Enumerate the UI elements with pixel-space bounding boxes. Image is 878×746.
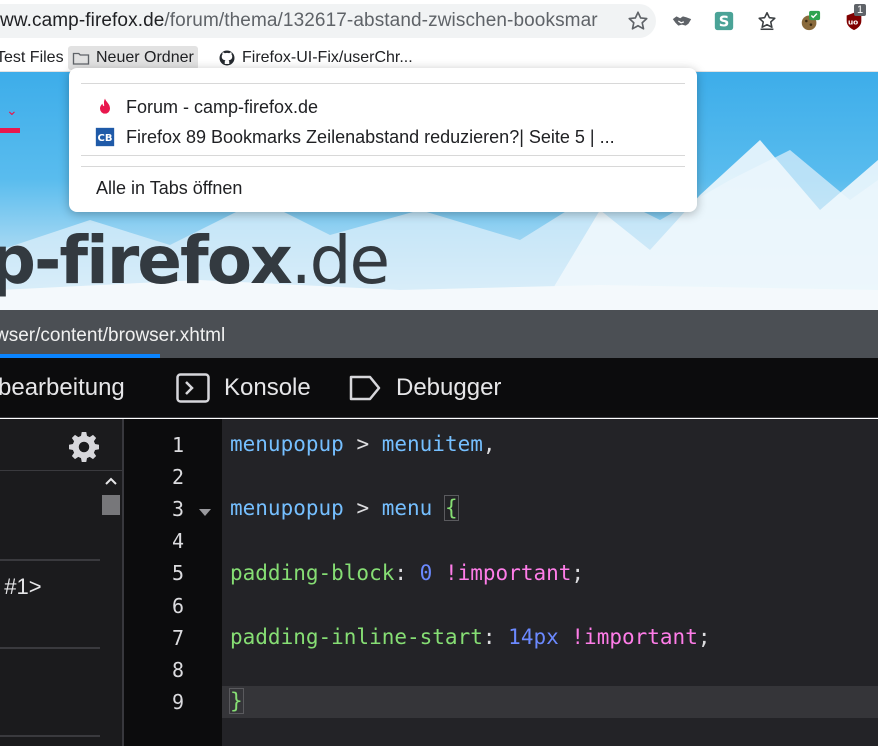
code-line-7: padding-inline-start: 14px !important; (230, 625, 711, 649)
code-editor[interactable]: menupopup > menuitem, menupopup > menu {… (222, 419, 878, 746)
style-sheets-sidebar: t #1> (0, 419, 122, 746)
line-number: 4 (171, 529, 184, 553)
line-number: 9 (171, 690, 184, 714)
code-line-5: padding-block: 0 !important; (230, 561, 584, 585)
code-token: } (229, 688, 244, 714)
popup-separator (81, 83, 685, 84)
cookie-extension-icon[interactable] (798, 9, 822, 33)
popup-separator (81, 155, 685, 156)
code-token: 0 (419, 561, 433, 585)
sidebar-stylesheet-item[interactable]: t #1> (0, 574, 42, 600)
site-logo[interactable]: mp-firefox.de (0, 222, 390, 299)
console-icon (176, 373, 210, 403)
code-line-3: menupopup > menu { (230, 495, 459, 521)
code-token: padding-inline-start (230, 625, 483, 649)
line-number-gutter: 1 2 3 4 5 6 7 8 9 (122, 419, 222, 746)
code-token: { (443, 495, 459, 521)
tab-console[interactable]: Konsole (176, 372, 311, 404)
popup-open-all-label: Alle in Tabs öffnen (96, 177, 243, 198)
url-text[interactable]: ww.camp-firefox.de/forum/thema/132617-ab… (0, 10, 598, 32)
popup-item-firefox89[interactable]: CB Firefox 89 Bookmarks Zeilenabstand re… (69, 123, 697, 151)
bookmark-folder-popup: Forum - camp-firefox.de CB Firefox 89 Bo… (69, 68, 697, 212)
svg-text:uo: uo (848, 18, 858, 27)
sidebar-header (0, 419, 122, 471)
bookmark-label: Test Files (0, 49, 64, 66)
url-field[interactable]: ww.camp-firefox.de/forum/thema/132617-ab… (0, 4, 656, 38)
code-token: menupopup (230, 496, 344, 520)
code-token: > (343, 496, 382, 520)
tab-style-editor[interactable]: bearbeitung (0, 372, 125, 404)
s-extension-icon[interactable]: S (712, 9, 736, 33)
sidebar-divider (0, 735, 100, 737)
logo-tld: .de (290, 222, 390, 299)
tab-label: Konsole (224, 374, 311, 401)
scrollbar-thumb[interactable] (102, 495, 120, 515)
line-number: 8 (171, 658, 184, 682)
code-token: menupopup (230, 432, 344, 456)
handshake-icon[interactable] (670, 9, 694, 33)
bookmark-label: Firefox-UI-Fix/userChr... (242, 49, 413, 66)
code-token: ; (697, 625, 711, 649)
popup-item-label: Forum - camp-firefox.de (126, 96, 319, 117)
code-token: > (343, 432, 382, 456)
line-number: 7 (171, 626, 184, 650)
url-host: ww.camp-firefox.de (0, 10, 165, 31)
code-token: !important (571, 625, 698, 649)
url-path: /forum/thema/132617-abstand-zwischen-boo… (164, 10, 598, 31)
tab-debugger[interactable]: Debugger (348, 372, 501, 404)
ublock-badge: 1 (854, 4, 867, 16)
code-token: , (482, 432, 496, 456)
bookmark-label: Neuer Ordner (96, 49, 194, 66)
tab-label: bearbeitung (0, 374, 125, 401)
svg-text:S: S (719, 14, 730, 31)
fold-arrow-icon[interactable] (198, 507, 212, 517)
code-line-9: } (229, 688, 244, 714)
folder-icon (72, 52, 90, 65)
github-icon (219, 50, 235, 66)
nav-active-underline (0, 128, 20, 133)
gear-icon[interactable] (66, 429, 102, 465)
sidebar-scrollbar[interactable] (100, 473, 122, 746)
line-number: 1 (171, 433, 184, 457)
svg-text:CB: CB (98, 133, 113, 144)
bookmark-folder-neuer-ordner[interactable]: Neuer Ordner (68, 46, 198, 70)
line-number: 5 (171, 561, 184, 585)
popup-item-label: Firefox 89 Bookmarks Zeilenabstand reduz… (126, 126, 615, 147)
devtools-file-bar: wser/content/browser.xhtml (0, 310, 878, 358)
code-token: : (482, 625, 509, 649)
devtools-tabs: bearbeitung Konsole Debugger (0, 358, 878, 418)
code-token: menu (381, 496, 433, 520)
code-token: : (394, 561, 420, 585)
bookmark-firefox-ui-fix[interactable]: Firefox-UI-Fix/userChr... (214, 46, 417, 70)
code-line-1: menupopup > menuitem, (230, 432, 496, 456)
popup-item-forum[interactable]: Forum - camp-firefox.de (69, 93, 697, 121)
popup-separator (81, 166, 685, 167)
popup-open-all-tabs[interactable]: Alle in Tabs öffnen (69, 174, 697, 202)
ublock-icon[interactable]: uo 1 (842, 4, 867, 33)
file-tab[interactable]: wser/content/browser.xhtml (0, 310, 225, 358)
sidebar-divider (0, 559, 100, 561)
sidebar-divider (0, 647, 100, 649)
debugger-icon (349, 375, 381, 401)
flame-icon (95, 97, 115, 117)
code-token: menuitem (381, 432, 483, 456)
code-token: !important (444, 561, 572, 585)
tab-label: Debugger (396, 374, 502, 401)
line-number: 3 (171, 497, 184, 521)
cb-icon: CB (95, 127, 115, 147)
star-icon[interactable] (626, 9, 650, 33)
bookmark-star-icon[interactable] (755, 9, 779, 33)
logo-main: mp-firefox (0, 222, 293, 299)
code-token: 14px (508, 625, 559, 649)
active-line-highlight (222, 686, 878, 718)
file-name: wser/content/browser.xhtml (0, 325, 226, 346)
code-token: padding-block (230, 561, 395, 585)
bookmark-test-files[interactable]: Test Files (0, 46, 68, 70)
line-number: 2 (171, 465, 184, 489)
code-token: ; (571, 561, 585, 585)
chevron-up-icon[interactable] (100, 473, 122, 489)
chevron-down-icon[interactable]: ⌄ (6, 102, 18, 119)
line-number: 6 (171, 594, 184, 618)
url-bar: ww.camp-firefox.de/forum/thema/132617-ab… (0, 0, 878, 44)
